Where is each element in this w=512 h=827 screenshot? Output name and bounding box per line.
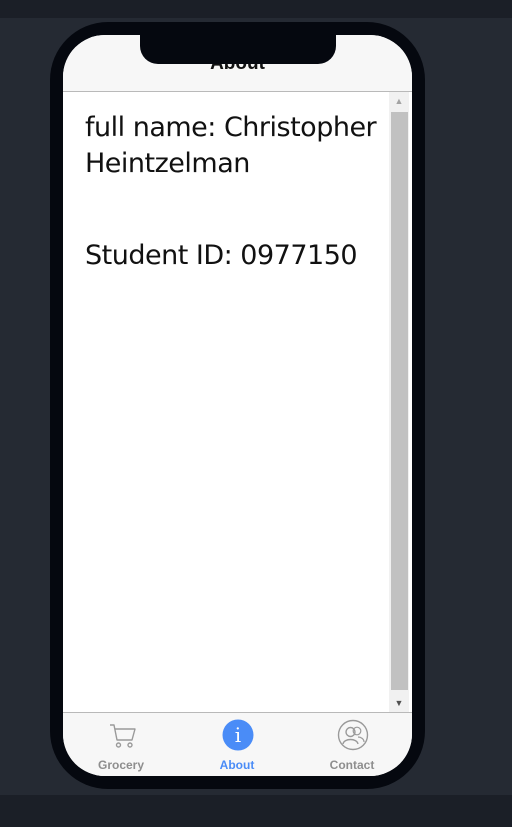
svg-text:i: i [235, 723, 241, 747]
vertical-scrollbar[interactable]: ▲ ▼ [389, 92, 409, 712]
tab-bar: Grocery i About Contact [63, 712, 412, 776]
info-icon: i [222, 719, 254, 751]
scroll-down-arrow-icon[interactable]: ▼ [389, 694, 409, 712]
phone-frame: About full name: Christopher Heintzelman… [50, 22, 425, 789]
tab-about-label: About [219, 758, 255, 772]
scrollbar-thumb[interactable] [391, 112, 408, 690]
bottom-bar [0, 795, 512, 827]
tab-grocery-label: Grocery [97, 758, 145, 772]
phone-screen: About full name: Christopher Heintzelman… [63, 35, 412, 776]
tab-contact[interactable]: Contact [302, 719, 402, 776]
student-id-text: Student ID: 0977150 [85, 240, 358, 271]
cart-icon [110, 724, 136, 748]
tab-grocery[interactable]: Grocery [71, 719, 171, 776]
contact-icon [337, 719, 369, 751]
full-name-text: full name: Christopher Heintzelman [85, 112, 377, 179]
scroll-up-arrow-icon[interactable]: ▲ [389, 92, 409, 110]
tab-contact-label: Contact [329, 758, 375, 772]
about-content: full name: Christopher Heintzelman Stude… [63, 92, 389, 712]
tab-about[interactable]: i About [187, 719, 287, 776]
top-bar [0, 0, 512, 18]
phone-notch [140, 35, 336, 64]
